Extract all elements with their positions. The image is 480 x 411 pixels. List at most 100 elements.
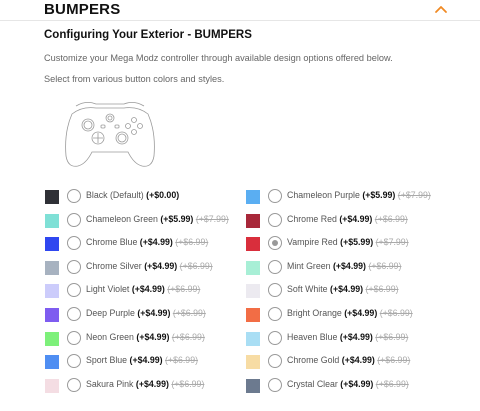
option-price: (+$4.99) [144,260,178,271]
option-old-price: (+$6.99) [365,284,399,295]
color-swatch[interactable] [45,237,59,252]
option-price: (+$4.99) [339,213,373,224]
option-radio[interactable] [268,212,282,227]
option-name: Sakura Pink [86,378,134,389]
option-old-price: (+$6.99) [165,355,199,366]
color-swatch[interactable] [246,331,260,346]
option-radio[interactable] [67,283,81,298]
color-swatch[interactable] [246,284,260,299]
option-name: Mint Green [287,260,331,271]
option-chrome-blue[interactable]: Chrome Blue (+$4.99) (+$6.99) [45,236,245,254]
color-swatch[interactable] [246,190,260,204]
option-radio[interactable] [67,189,81,203]
option-name: Chrome Blue [86,237,138,248]
option-old-price: (+$6.99) [171,331,205,342]
option-old-price: (+$6.99) [175,237,209,248]
option-radio[interactable] [268,236,282,251]
option-deep-purple[interactable]: Deep Purple (+$4.99) (+$6.99) [45,307,245,325]
color-swatch[interactable] [45,284,59,299]
chevron-up-icon[interactable] [434,4,448,14]
option-bright-orange[interactable]: Bright Orange (+$4.99) (+$6.99) [246,307,446,325]
color-swatch[interactable] [246,308,260,322]
option-radio[interactable] [268,354,282,369]
option-price: (+$4.99) [129,355,163,366]
color-swatch[interactable] [45,260,59,275]
option-radio[interactable] [67,212,81,227]
option-chameleon-green[interactable]: Chameleon Green (+$5.99) (+$7.99) [45,212,245,231]
option-name: Heaven Blue [287,331,338,342]
color-swatch[interactable] [45,213,59,228]
option-name: Chameleon Green [86,213,158,224]
option-price: (+$4.99) [330,284,364,295]
option-price: (+$4.99) [332,260,366,271]
option-radio[interactable] [67,307,81,321]
option-radio[interactable] [67,259,81,274]
option-name: Vampire Red [287,237,338,248]
option-radio[interactable] [67,236,81,251]
option-radio[interactable] [268,283,282,298]
option-heaven-blue[interactable]: Heaven Blue (+$4.99) (+$6.99) [246,330,446,349]
option-old-price: (+$6.99) [374,213,408,224]
option-radio[interactable] [67,377,81,392]
option-label: Black (Default) (+$0.00) [86,190,179,200]
option-chrome-silver[interactable]: Chrome Silver (+$4.99) (+$6.99) [45,259,245,278]
option-mint-green[interactable]: Mint Green (+$4.99) (+$6.99) [246,259,446,278]
option-light-violet[interactable]: Light Violet (+$4.99) (+$6.99) [45,283,245,301]
option-label: Heaven Blue (+$4.99) (+$6.99) [287,332,408,342]
option-price: (+$5.99) [362,190,396,200]
option-price: (+$5.99) [340,237,374,248]
color-swatch[interactable] [246,237,260,252]
option-radio[interactable] [268,377,282,392]
option-soft-white[interactable]: Soft White (+$4.99) (+$6.99) [246,283,446,301]
option-label: Soft White (+$4.99) (+$6.99) [287,284,399,294]
option-radio[interactable] [268,330,282,345]
color-swatch[interactable] [246,260,260,275]
color-swatch[interactable] [246,378,260,393]
option-chrome-red[interactable]: Chrome Red (+$4.99) (+$6.99) [246,212,446,231]
controller-image [65,102,155,167]
config-instructions: Select from various button colors and st… [44,74,225,84]
option-label: Vampire Red (+$5.99) (+$7.99) [287,237,409,247]
option-chrome-gold[interactable]: Chrome Gold (+$4.99) (+$6.99) [246,354,446,372]
header-divider [0,20,480,21]
option-old-price: (+$6.99) [377,355,411,366]
option-old-price: (+$7.99) [397,190,431,200]
option-radio[interactable] [268,189,282,203]
option-name: Bright Orange [287,308,342,318]
option-radio[interactable] [67,330,81,345]
option-label: Chrome Gold (+$4.99) (+$6.99) [287,355,410,365]
option-price: (+$4.99) [344,308,378,318]
option-old-price: (+$6.99) [379,308,413,318]
color-swatch[interactable] [246,213,260,228]
option-price: (+$5.99) [160,213,194,224]
option-old-price: (+$6.99) [368,260,402,271]
option-black-default[interactable]: Black (Default) (+$0.00) [45,189,245,207]
option-name: Chameleon Purple [287,190,360,200]
option-label: Bright Orange (+$4.99) (+$6.99) [287,308,413,318]
config-title: Configuring Your Exterior - BUMPERS [44,29,252,41]
option-name: Deep Purple [86,308,135,318]
option-radio[interactable] [268,307,282,321]
color-swatch[interactable] [45,190,59,204]
option-vampire-red[interactable]: Vampire Red (+$5.99) (+$7.99) [246,236,446,254]
color-swatch[interactable] [45,331,59,346]
option-sakura-pink[interactable]: Sakura Pink (+$4.99) (+$6.99) [45,377,245,396]
option-price: (+$4.99) [131,284,165,295]
option-price: (+$4.99) [137,308,171,318]
color-swatch[interactable] [45,378,59,393]
option-radio[interactable] [268,259,282,274]
option-sport-blue[interactable]: Sport Blue (+$4.99) (+$6.99) [45,354,245,372]
option-radio[interactable] [67,354,81,369]
color-swatch[interactable] [246,355,260,370]
option-price: (+$4.99) [339,331,373,342]
option-name: Sport Blue [86,355,128,366]
option-name: Light Violet [86,284,130,295]
option-chameleon-purple[interactable]: Chameleon Purple (+$5.99) (+$7.99) [246,189,446,207]
option-neon-green[interactable]: Neon Green (+$4.99) (+$6.99) [45,330,245,349]
option-label: Sport Blue (+$4.99) (+$6.99) [86,355,198,365]
option-label: Chrome Red (+$4.99) (+$6.99) [287,214,408,224]
color-swatch[interactable] [45,308,59,322]
color-swatch[interactable] [45,355,59,370]
option-crystal-clear[interactable]: Crystal Clear (+$4.99) (+$6.99) [246,377,446,396]
option-label: Chrome Blue (+$4.99) (+$6.99) [86,237,208,247]
